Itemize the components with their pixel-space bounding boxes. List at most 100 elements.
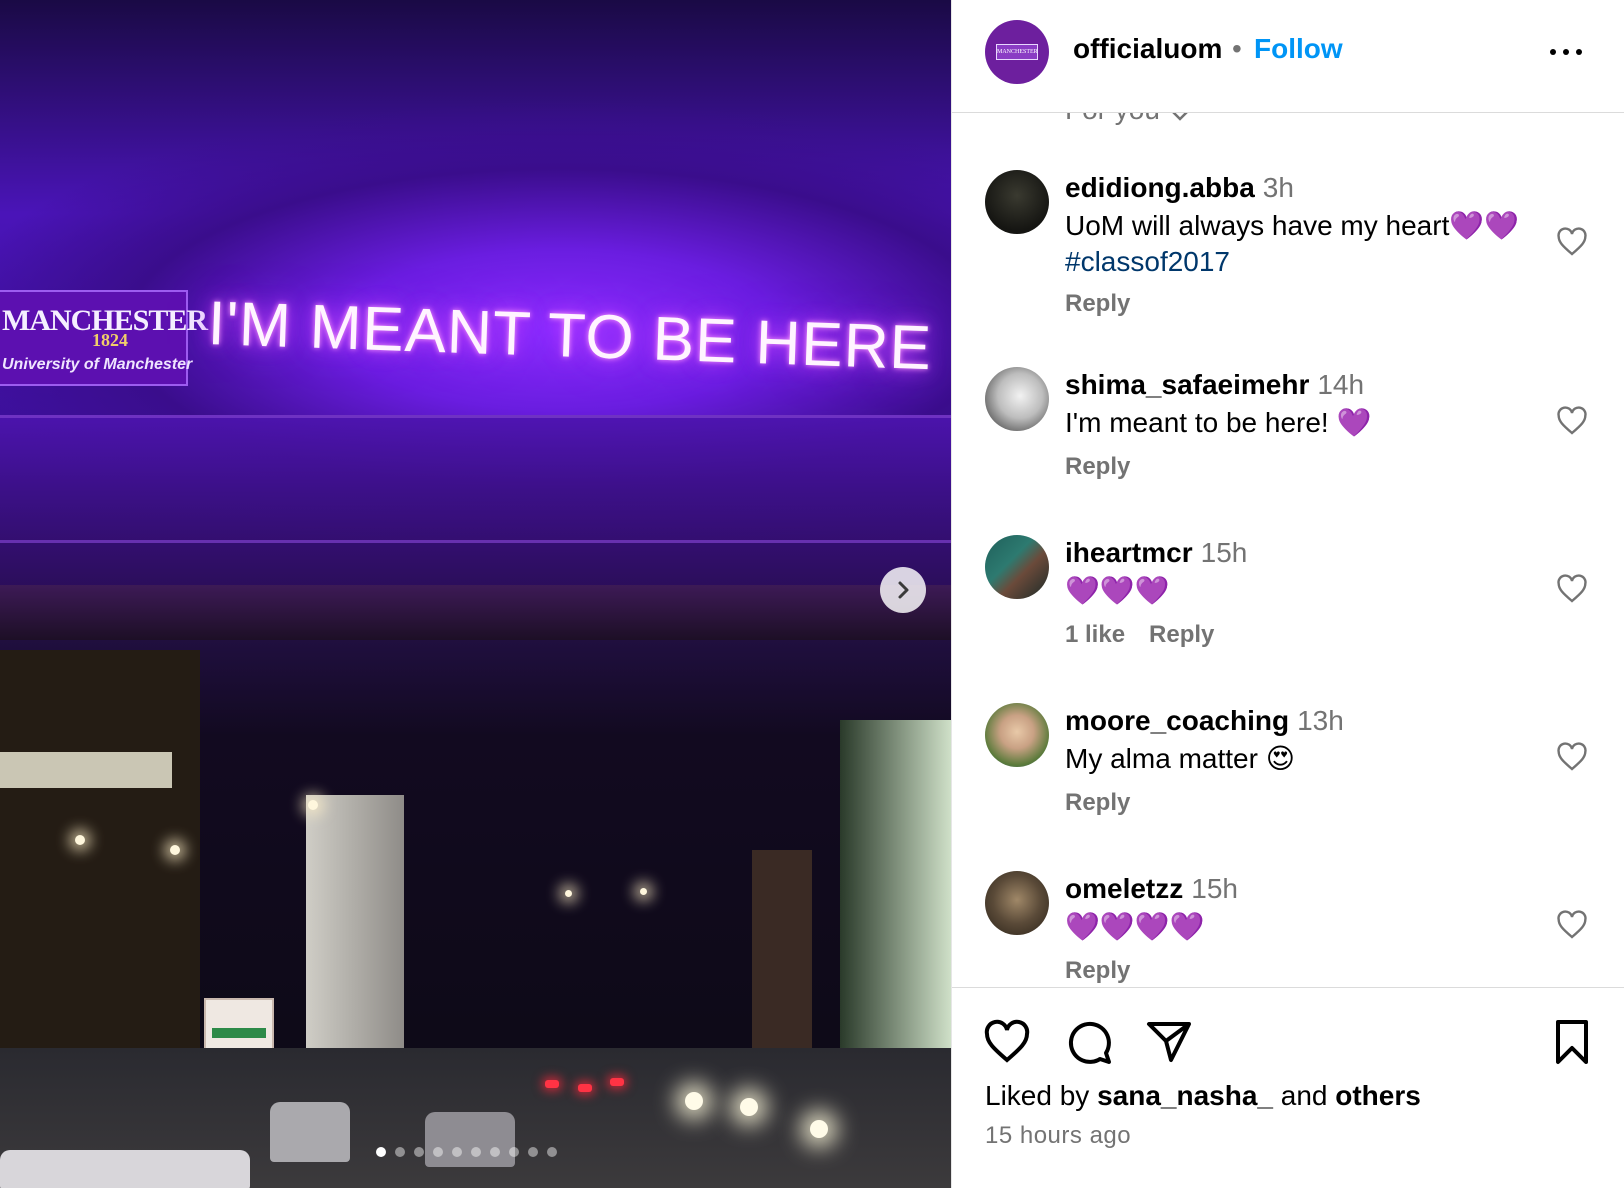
car xyxy=(425,1112,515,1167)
car-headlight xyxy=(685,1092,703,1110)
comment-text: My alma matter 😍 xyxy=(1065,743,1295,774)
avatar[interactable] xyxy=(985,703,1049,767)
comment-time: 14h xyxy=(1317,369,1365,400)
glass-building-right xyxy=(840,720,951,1100)
carousel-indicator xyxy=(376,1147,557,1157)
avatar[interactable] xyxy=(985,367,1049,431)
carousel-next-button[interactable] xyxy=(880,567,926,613)
comment-text: 💜💜💜💜 xyxy=(1065,911,1205,942)
comment-icon[interactable] xyxy=(1065,1018,1113,1066)
post-actions-footer: Liked by sana_nasha_ and others 15 hours… xyxy=(952,987,1624,1189)
avatar-logo: MANCHESTER xyxy=(996,44,1038,60)
carousel-dot xyxy=(547,1147,557,1157)
bridge-underside xyxy=(0,585,951,640)
carousel-dot xyxy=(528,1147,538,1157)
bridge-edge xyxy=(0,540,951,543)
comment-text: I'm meant to be here! 💜 xyxy=(1065,407,1372,438)
carousel-dot xyxy=(490,1147,500,1157)
avatar[interactable] xyxy=(985,535,1049,599)
carousel-dot xyxy=(414,1147,424,1157)
hashtag-link[interactable]: #classof2017 xyxy=(1065,244,1535,280)
heart-icon[interactable] xyxy=(983,1018,1031,1066)
car xyxy=(270,1102,350,1162)
reply-button[interactable]: Reply xyxy=(1065,789,1130,816)
comment-sort-dropdown[interactable]: For you xyxy=(1065,112,1190,128)
comment-username[interactable]: omeletzz xyxy=(1065,873,1183,904)
building-windows xyxy=(0,752,172,788)
comment-time: 13h xyxy=(1297,705,1344,736)
heart-icon[interactable] xyxy=(1556,226,1588,258)
comment-username[interactable]: iheartmcr xyxy=(1065,537,1193,568)
carousel-dot xyxy=(376,1147,386,1157)
more-horizontal-icon-dot xyxy=(1563,49,1569,55)
carousel-dot xyxy=(471,1147,481,1157)
share-icon[interactable] xyxy=(1145,1018,1193,1066)
bridge xyxy=(0,415,951,585)
street-lamp xyxy=(75,835,85,845)
post-image: MANCHESTER 1824 University of Manchester… xyxy=(0,0,951,1188)
carousel-dot xyxy=(452,1147,462,1157)
carousel-dot xyxy=(509,1147,519,1157)
building-right xyxy=(752,850,812,1080)
liked-by-summary[interactable]: Liked by sana_nasha_ and others xyxy=(985,1080,1421,1112)
street-lamp xyxy=(640,888,647,895)
post-header: MANCHESTER officialuom • Follow xyxy=(952,0,1624,113)
heart-icon[interactable] xyxy=(1556,405,1588,437)
comment-username[interactable]: shima_safaeimehr xyxy=(1065,369,1309,400)
car-headlight xyxy=(810,1120,828,1138)
logo-subtitle: University of Manchester xyxy=(2,356,193,373)
reply-button[interactable]: Reply xyxy=(1149,621,1214,648)
liked-by-user[interactable]: sana_nasha_ xyxy=(1097,1080,1273,1111)
comment-username[interactable]: moore_coaching xyxy=(1065,705,1289,736)
account-avatar[interactable]: MANCHESTER xyxy=(985,20,1049,84)
car-taillight xyxy=(610,1078,624,1086)
tower-building xyxy=(306,795,404,1085)
neon-sign-text: I'M MEANT TO BE HERE xyxy=(206,289,934,384)
street-lamp xyxy=(170,845,180,855)
separator-dot: • xyxy=(1232,33,1242,64)
comment-text: 💜💜💜 xyxy=(1065,575,1170,606)
heart-icon[interactable] xyxy=(1556,573,1588,605)
comment-text: UoM will always have my heart💜💜 xyxy=(1065,210,1520,241)
liked-by-others[interactable]: others xyxy=(1335,1080,1421,1111)
follow-button[interactable]: Follow xyxy=(1254,33,1343,65)
reply-button[interactable]: Reply xyxy=(1065,453,1130,480)
post-side-panel: MANCHESTER officialuom • Follow For you … xyxy=(951,0,1624,1189)
car-headlight xyxy=(740,1098,758,1116)
avatar[interactable] xyxy=(985,170,1049,234)
heart-icon[interactable] xyxy=(1556,909,1588,941)
carousel-dot xyxy=(433,1147,443,1157)
avatar[interactable] xyxy=(985,871,1049,935)
reply-button[interactable]: Reply xyxy=(1065,957,1130,984)
carousel-dot xyxy=(395,1147,405,1157)
more-options-button[interactable] xyxy=(1546,36,1586,66)
sort-label: For you xyxy=(1065,112,1160,125)
chevron-right-icon xyxy=(898,581,909,599)
bridge-edge xyxy=(0,415,951,418)
likes-count[interactable]: 1 like xyxy=(1065,621,1125,648)
street-lamp xyxy=(565,890,572,897)
road-sign xyxy=(204,998,274,1054)
reply-button[interactable]: Reply xyxy=(1065,290,1130,317)
street-lamp xyxy=(308,800,318,810)
bookmark-icon[interactable] xyxy=(1548,1018,1596,1066)
car-taillight xyxy=(578,1084,592,1092)
car xyxy=(0,1150,250,1188)
heart-icon[interactable] xyxy=(1556,741,1588,773)
car-taillight xyxy=(545,1080,559,1088)
post-timestamp[interactable]: 15 hours ago xyxy=(985,1122,1131,1150)
university-logo-sign: MANCHESTER 1824 University of Manchester xyxy=(0,290,208,386)
building-left xyxy=(0,650,200,1090)
liked-by-prefix: Liked by xyxy=(985,1080,1090,1111)
logo-year: 1824 xyxy=(92,330,128,350)
more-horizontal-icon-dot xyxy=(1576,49,1582,55)
chevron-down-icon xyxy=(1170,112,1190,128)
comment-time: 15h xyxy=(1200,537,1248,568)
liked-by-and: and xyxy=(1280,1080,1328,1111)
comment-time: 3h xyxy=(1262,172,1294,203)
comment-time: 15h xyxy=(1191,873,1238,904)
comment-username[interactable]: edidiong.abba xyxy=(1065,172,1255,203)
comments-list[interactable]: For you edidiong.abba3h UoM will always … xyxy=(952,112,1624,987)
account-username[interactable]: officialuom xyxy=(1073,33,1222,65)
more-horizontal-icon xyxy=(1550,49,1556,55)
